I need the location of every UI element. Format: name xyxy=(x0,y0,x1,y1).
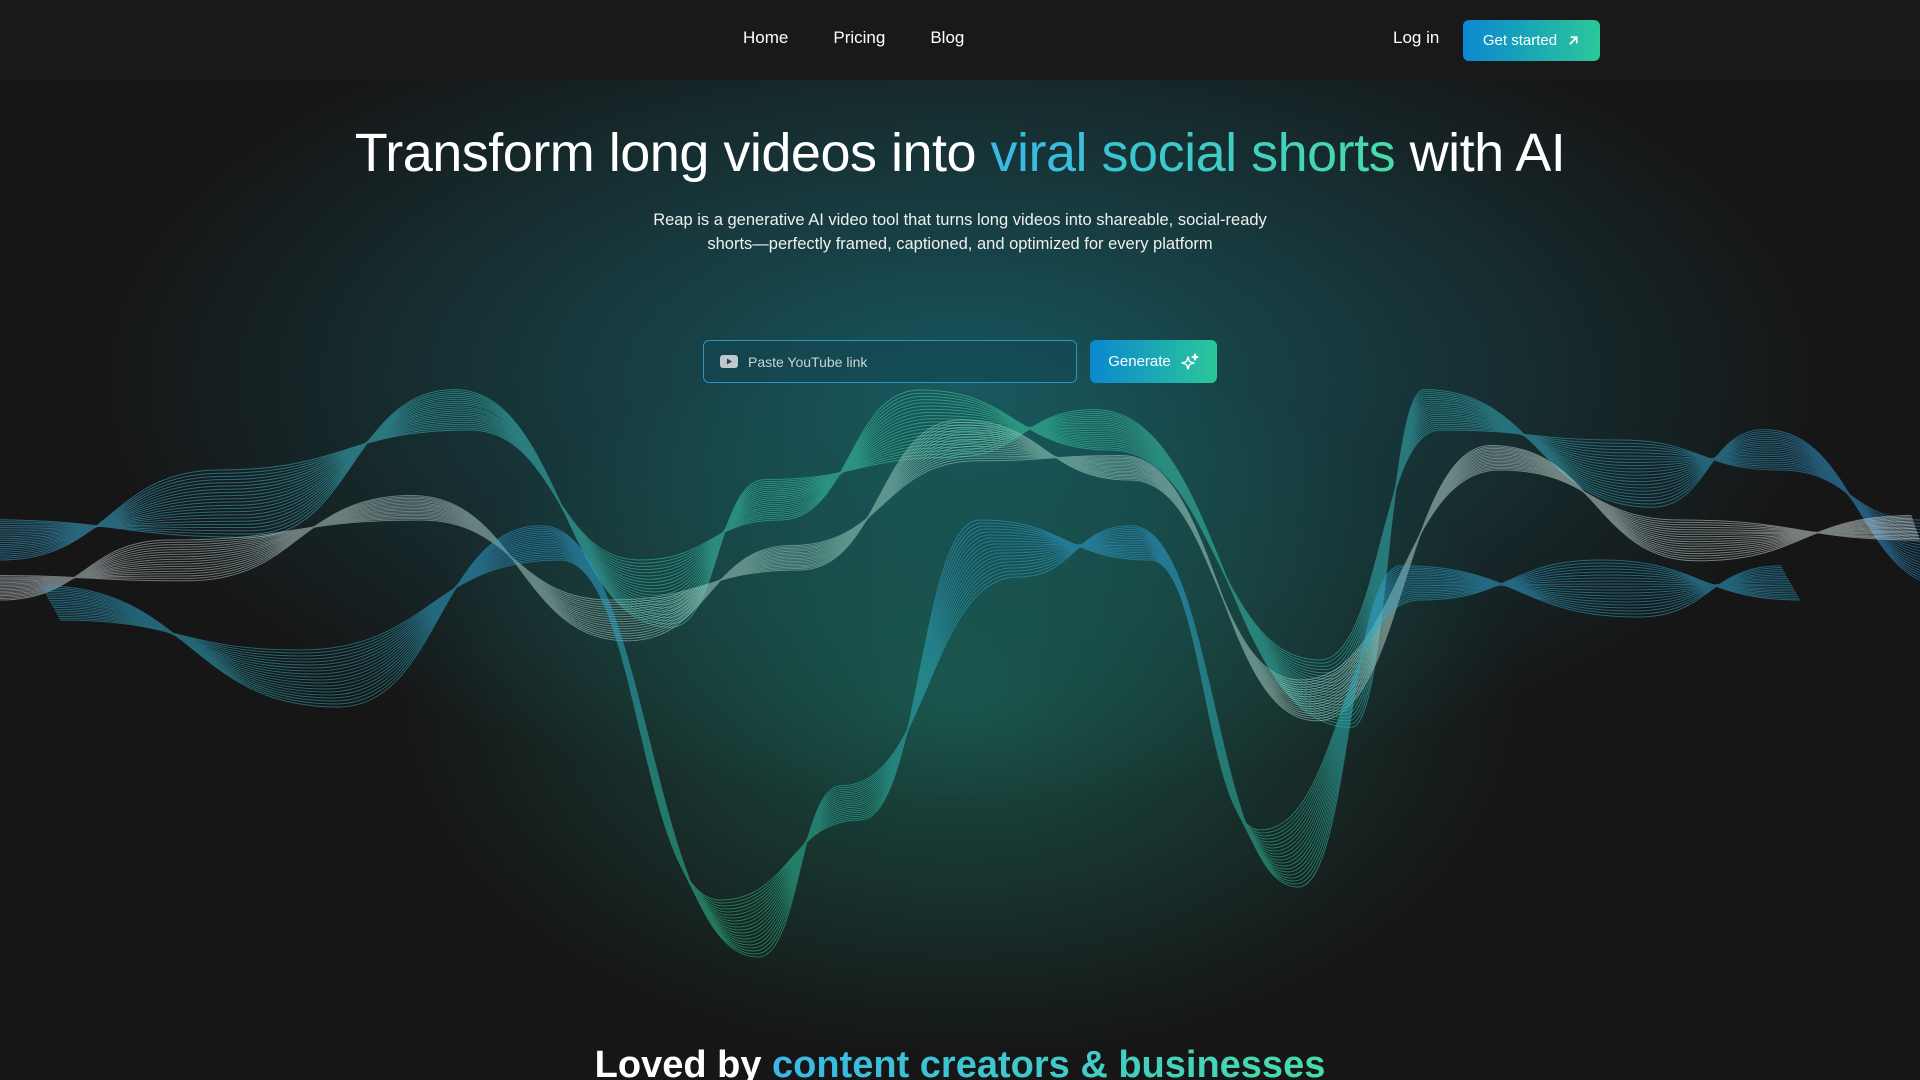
top-navigation: Home Pricing Blog Log in Get started xyxy=(0,0,1920,80)
get-started-button[interactable]: Get started xyxy=(1463,20,1600,61)
loved-prefix: Loved by xyxy=(594,1044,773,1080)
hero-headline: Transform long videos into viral social … xyxy=(0,118,1920,188)
wave-line xyxy=(0,443,1916,705)
headline-part2: with AI xyxy=(1395,123,1566,183)
nav-link-blog[interactable]: Blog xyxy=(930,28,964,48)
loved-highlight: content creators & businesses xyxy=(772,1044,1325,1080)
headline-part1: Transform long videos into xyxy=(354,123,991,183)
wave-line xyxy=(52,540,1794,922)
wave-line xyxy=(48,539,1790,934)
wave-line xyxy=(44,532,1786,946)
sparkles-icon xyxy=(1181,352,1199,370)
nav-link-pricing[interactable]: Pricing xyxy=(833,28,885,48)
get-started-label: Get started xyxy=(1482,32,1558,49)
landing-page: Home Pricing Blog Log in Get started Tra… xyxy=(0,0,1920,1080)
hero-section: Transform long videos into viral social … xyxy=(0,118,1920,256)
wave-line xyxy=(0,402,1920,706)
youtube-icon xyxy=(720,355,738,368)
hero-subtitle: Reap is a generative AI video tool that … xyxy=(653,211,1267,253)
youtube-link-input[interactable] xyxy=(748,353,1076,370)
wave-line xyxy=(0,424,1920,686)
wave-line xyxy=(49,541,1791,931)
wave-line xyxy=(43,530,1785,949)
generate-button[interactable]: Generate xyxy=(1090,340,1217,383)
headline-highlight: viral social shorts xyxy=(990,123,1396,183)
wave-line xyxy=(0,414,1920,687)
nav-links: Home Pricing Blog xyxy=(743,28,964,48)
wave-line xyxy=(51,543,1793,925)
generate-label: Generate xyxy=(1108,353,1171,370)
arrow-up-right-icon xyxy=(1569,36,1578,45)
wave-line xyxy=(47,537,1789,937)
loved-by-heading: Loved by content creators & businesses xyxy=(0,1044,1920,1080)
wave-line xyxy=(58,522,1800,904)
youtube-link-field[interactable] xyxy=(703,340,1077,383)
wave-line xyxy=(45,534,1787,943)
wave-line xyxy=(46,536,1788,940)
nav-link-home[interactable]: Home xyxy=(743,28,788,48)
wave-line xyxy=(50,543,1792,928)
login-link[interactable]: Log in xyxy=(1393,28,1439,48)
wave-line xyxy=(0,426,1919,688)
